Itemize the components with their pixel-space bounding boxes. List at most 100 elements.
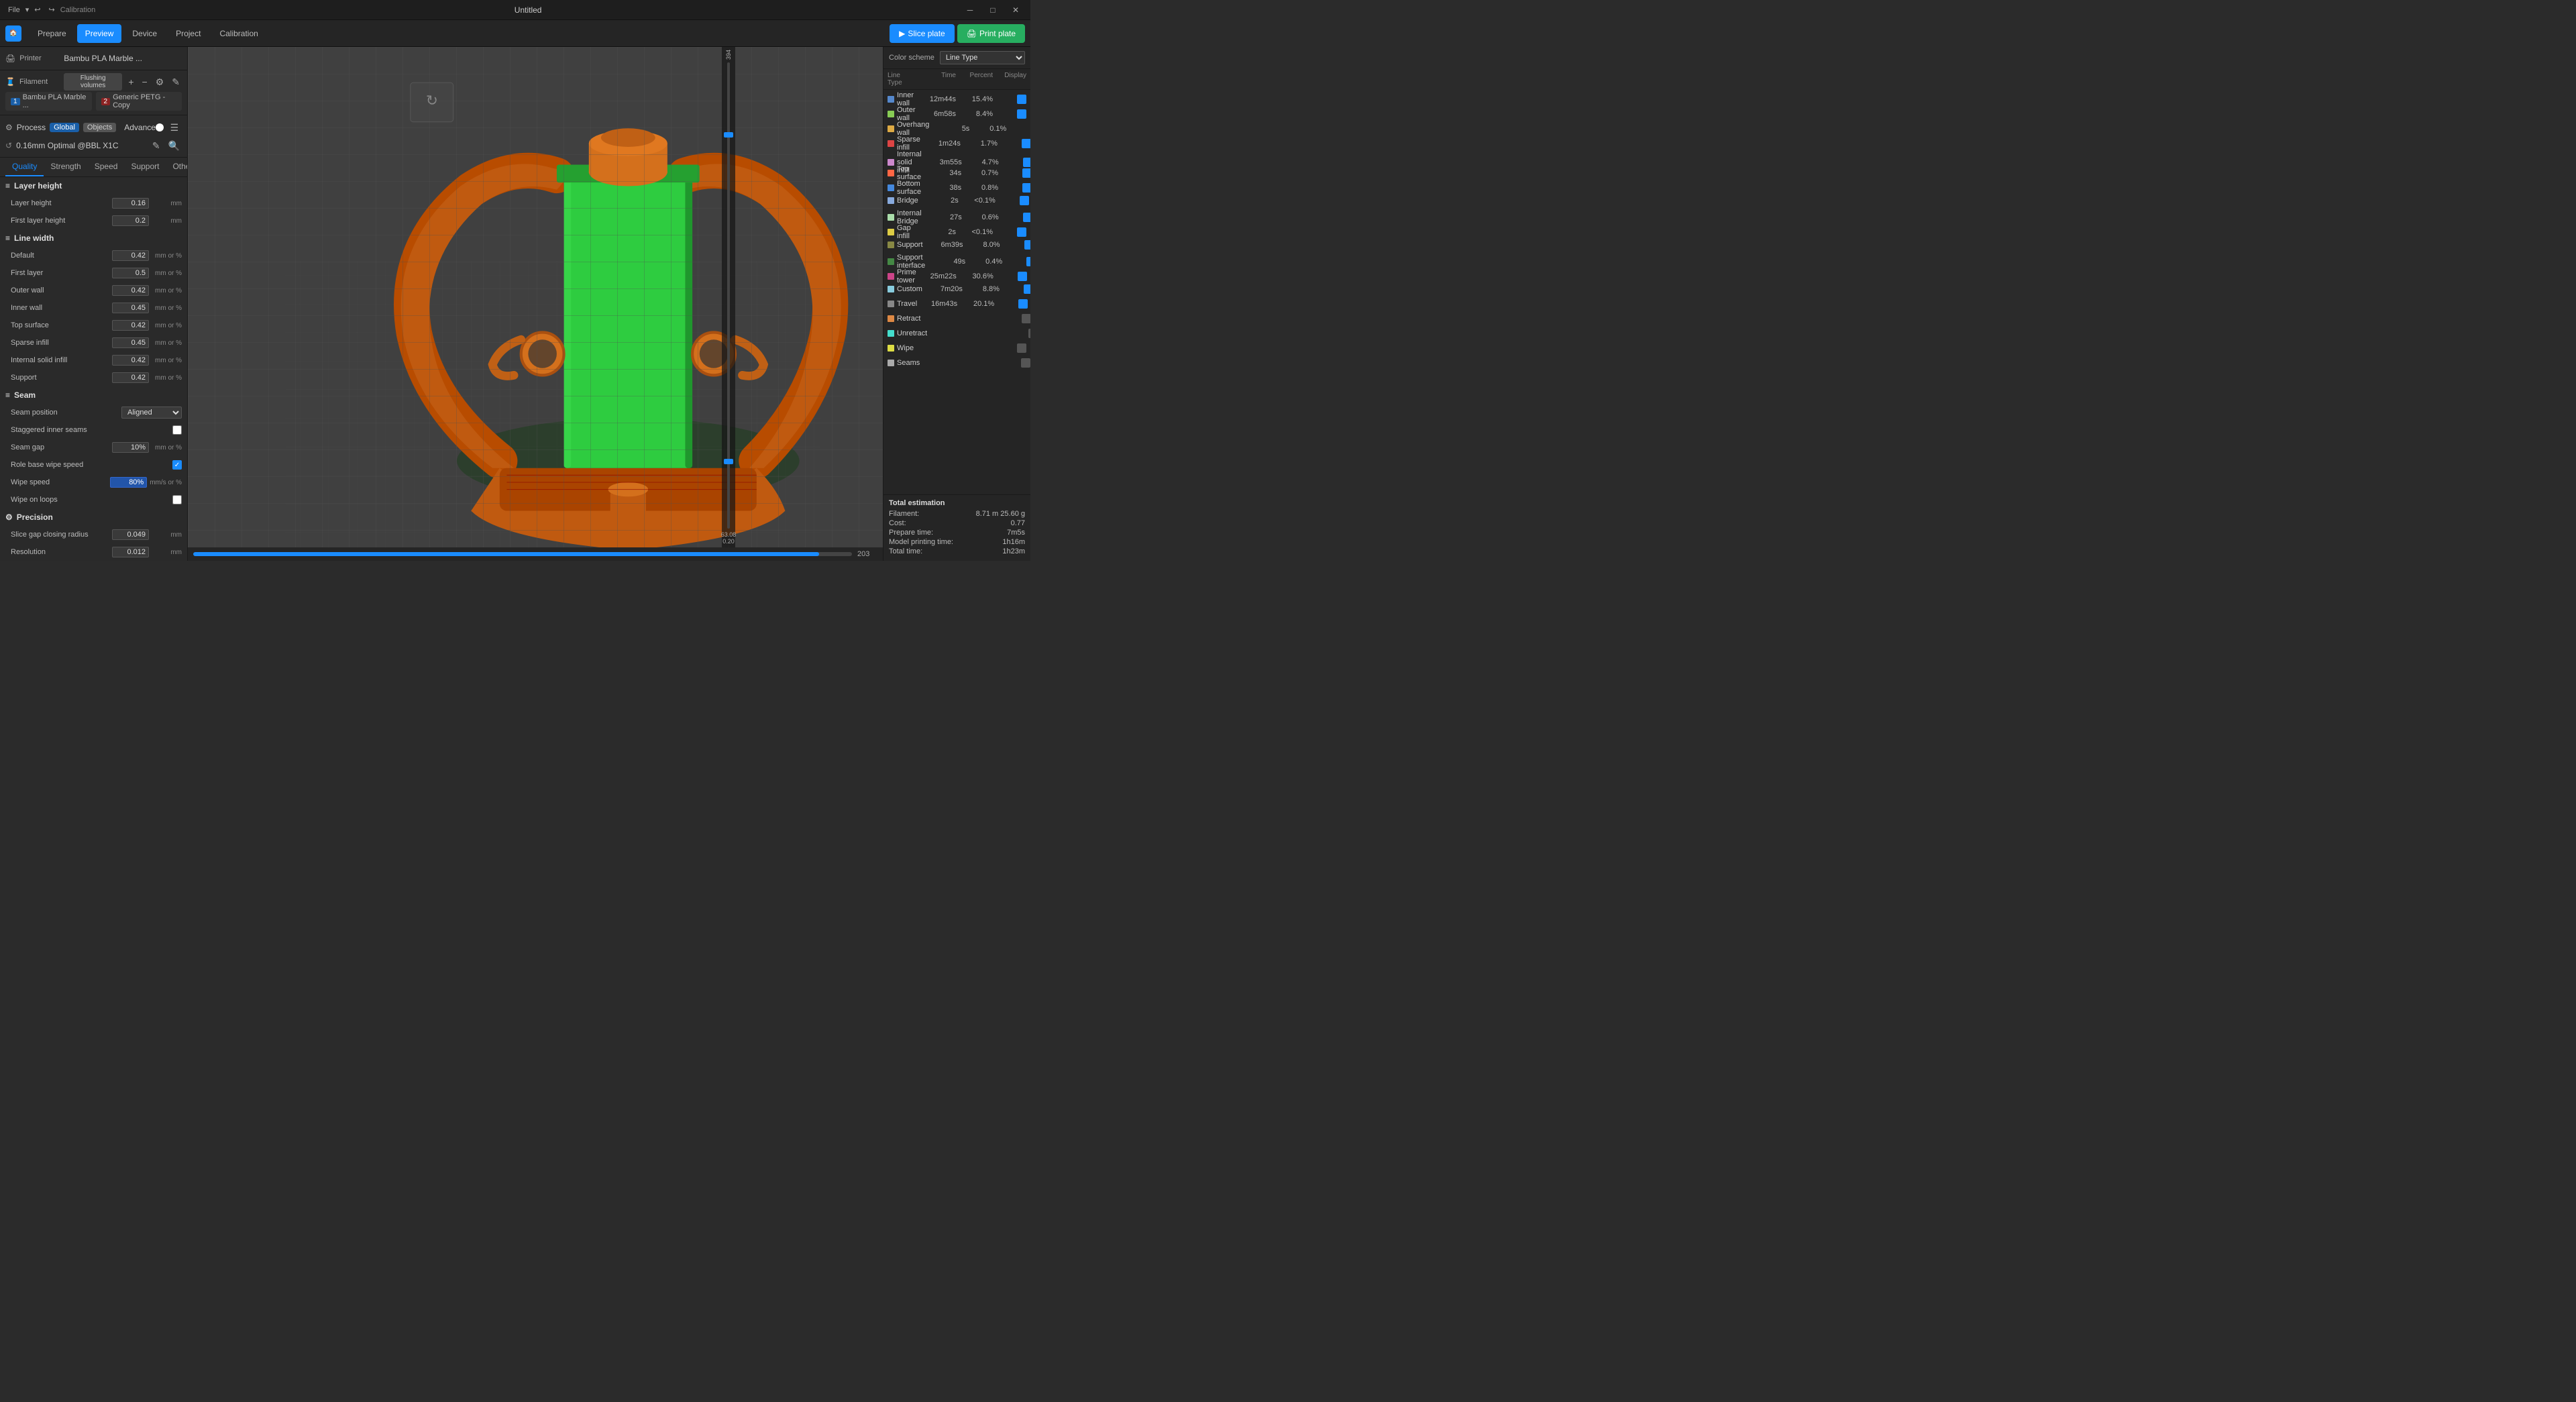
undo-btn[interactable]: ↩ — [32, 5, 43, 14]
lt-visibility[interactable] — [996, 196, 1029, 205]
vis-toggle[interactable] — [1017, 109, 1026, 119]
group-seam[interactable]: ≡ Seam — [0, 386, 187, 404]
lt-name: Retract — [888, 315, 920, 323]
lt-visibility[interactable] — [998, 314, 1030, 323]
group-layer-height[interactable]: ≡ Layer height — [0, 177, 187, 195]
input-wipe-speed[interactable] — [110, 477, 147, 488]
flushing-volumes-btn[interactable]: Flushing volumes — [64, 73, 122, 91]
vis-toggle[interactable] — [1028, 329, 1030, 338]
slider-track[interactable] — [727, 62, 730, 529]
filament-edit-btn[interactable]: ✎ — [170, 76, 182, 88]
vis-toggle[interactable] — [1022, 168, 1030, 178]
vis-toggle[interactable] — [1023, 213, 1030, 222]
redo-btn[interactable]: ↪ — [46, 5, 57, 14]
input-first-layer[interactable] — [112, 268, 149, 278]
label-first-layer-height: First layer height — [11, 217, 112, 225]
vis-toggle[interactable] — [1022, 314, 1030, 323]
input-support[interactable] — [112, 372, 149, 383]
progress-track[interactable] — [193, 552, 852, 556]
input-slice-gap[interactable] — [112, 529, 149, 540]
tab-strength[interactable]: Strength — [44, 158, 87, 176]
input-resolution[interactable] — [112, 547, 149, 557]
lt-visibility[interactable] — [993, 95, 1026, 104]
lt-visibility[interactable] — [999, 158, 1030, 167]
vis-toggle[interactable] — [1017, 227, 1026, 237]
input-internal-solid[interactable] — [112, 355, 149, 366]
tab-project[interactable]: Project — [168, 24, 209, 43]
filament-remove-btn[interactable]: − — [140, 76, 150, 87]
lt-visibility[interactable] — [1004, 329, 1030, 338]
lt-visibility[interactable] — [1002, 257, 1030, 266]
tab-support[interactable]: Support — [124, 158, 166, 176]
filament-chip-2[interactable]: 2 Generic PETG - Copy — [96, 92, 182, 111]
lt-visibility[interactable] — [997, 358, 1030, 368]
lt-visibility[interactable] — [1000, 284, 1030, 294]
vis-toggle[interactable] — [1018, 299, 1028, 309]
group-line-width[interactable]: ≡ Line width — [0, 229, 187, 247]
tab-preview[interactable]: Preview — [77, 24, 122, 43]
tab-others[interactable]: Others — [166, 158, 188, 176]
tag-objects[interactable]: Objects — [83, 123, 116, 132]
vis-toggle[interactable] — [1021, 358, 1030, 368]
lt-color-swatch — [888, 345, 894, 352]
vis-toggle[interactable] — [1024, 240, 1030, 250]
maximize-btn[interactable]: □ — [983, 3, 1002, 17]
layer-slider[interactable]: 394 63.08 0.20 — [722, 47, 735, 547]
cb-checked-wipe-role[interactable]: ✓ — [172, 460, 182, 470]
close-btn[interactable]: ✕ — [1006, 3, 1025, 17]
preset-search-btn[interactable]: 🔍 — [166, 140, 182, 152]
input-sparse-infill[interactable] — [112, 337, 149, 348]
vis-toggle[interactable] — [1017, 95, 1026, 104]
lt-name: Sparse infill — [888, 136, 920, 152]
vis-toggle[interactable] — [1017, 343, 1026, 353]
slice-plate-btn[interactable]: ▶ Slice plate — [890, 24, 955, 43]
minimize-btn[interactable]: ─ — [961, 3, 979, 17]
input-seam-gap[interactable] — [112, 442, 149, 453]
lt-visibility[interactable] — [994, 272, 1027, 281]
lt-visibility[interactable] — [1006, 124, 1030, 133]
lt-visibility[interactable] — [993, 343, 1026, 353]
file-menu[interactable]: File — [5, 6, 23, 14]
vis-toggle[interactable] — [1022, 139, 1030, 148]
input-top-surface[interactable] — [112, 320, 149, 331]
vis-toggle[interactable] — [1026, 257, 1030, 266]
lt-visibility[interactable] — [993, 227, 1026, 237]
lt-visibility[interactable] — [994, 299, 1028, 309]
center-canvas[interactable]: ↻ 394 63.08 0.20 203 — [188, 47, 883, 561]
input-default[interactable] — [112, 250, 149, 261]
vis-toggle[interactable] — [1020, 196, 1029, 205]
tab-device[interactable]: Device — [124, 24, 165, 43]
input-inner-wall[interactable] — [112, 303, 149, 313]
filament-settings-btn[interactable]: ⚙ — [154, 76, 166, 88]
tab-quality[interactable]: Quality — [5, 158, 44, 176]
lt-visibility[interactable] — [998, 139, 1030, 148]
process-list-btn[interactable]: ☰ — [168, 122, 181, 133]
filament-chip-1[interactable]: 1 Bambu PLA Marble ... — [5, 92, 92, 111]
lt-visibility[interactable] — [998, 168, 1030, 178]
input-layer-height[interactable] — [112, 198, 149, 209]
vis-toggle[interactable] — [1022, 183, 1030, 193]
cb-staggered-seams[interactable] — [172, 425, 182, 435]
vis-toggle[interactable] — [1023, 158, 1030, 167]
filament-add-btn[interactable]: + — [126, 76, 136, 87]
lt-visibility[interactable] — [999, 213, 1030, 222]
vis-toggle[interactable] — [1024, 284, 1030, 294]
tab-calibration[interactable]: Calibration — [211, 24, 266, 43]
lt-visibility[interactable] — [993, 109, 1026, 119]
tag-global[interactable]: Global — [50, 123, 79, 132]
color-scheme-select[interactable]: Line Type Feature Type Layer Height — [940, 51, 1025, 64]
vis-toggle[interactable] — [1018, 272, 1027, 281]
preset-edit-btn[interactable]: ✎ — [150, 140, 162, 152]
input-outer-wall[interactable] — [112, 285, 149, 296]
select-seam-position[interactable]: AlignedRandomNearest — [121, 407, 182, 419]
group-precision[interactable]: ⚙ Precision — [0, 508, 187, 526]
cb-wipe-on-loops[interactable] — [172, 495, 182, 504]
input-first-layer-height[interactable] — [112, 215, 149, 226]
tab-speed[interactable]: Speed — [88, 158, 125, 176]
lt-visibility[interactable] — [1000, 240, 1030, 250]
print-plate-btn[interactable]: 🖨 Print plate — [957, 24, 1025, 43]
lt-visibility[interactable] — [998, 183, 1030, 193]
slider-thumb-top[interactable] — [724, 132, 733, 138]
tab-prepare[interactable]: Prepare — [30, 24, 74, 43]
slider-thumb-bottom[interactable] — [724, 459, 733, 464]
